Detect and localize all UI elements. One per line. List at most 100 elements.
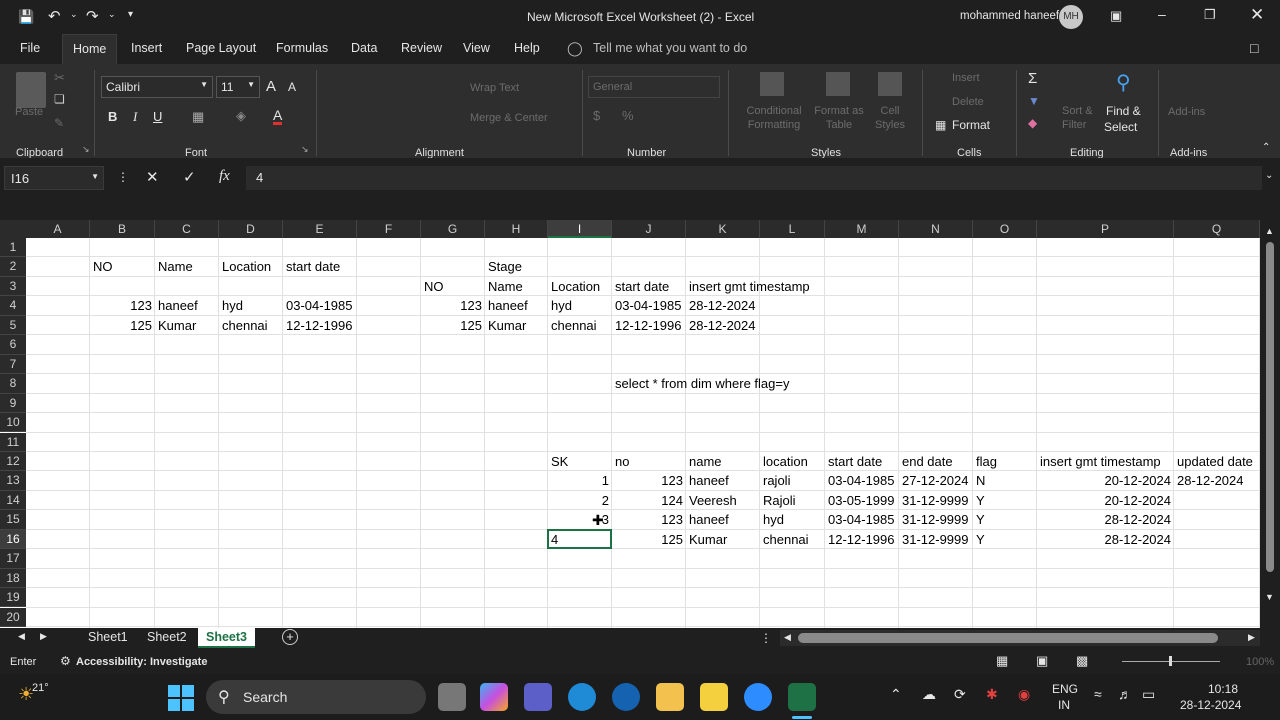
- row-header-17[interactable]: 17: [0, 549, 26, 569]
- autosum-icon[interactable]: Σ: [1028, 70, 1037, 87]
- cell-o15[interactable]: Y: [974, 510, 987, 529]
- close-icon[interactable]: ✕: [1250, 5, 1264, 25]
- cell-c5[interactable]: Kumar: [156, 316, 198, 335]
- clear-icon[interactable]: ◆: [1028, 116, 1037, 130]
- cell-i4[interactable]: hyd: [549, 296, 574, 315]
- column-header-f[interactable]: F: [357, 220, 421, 238]
- tab-insert[interactable]: Insert: [131, 41, 162, 55]
- scroll-up-icon[interactable]: ▲: [1265, 226, 1274, 236]
- hscroll-thumb[interactable]: [798, 633, 1218, 643]
- percent-icon[interactable]: %: [622, 108, 634, 123]
- cell-q12[interactable]: updated date: [1175, 452, 1255, 471]
- fill-color-icon[interactable]: ◈: [236, 108, 246, 124]
- sheet-tab-3[interactable]: Sheet3: [198, 628, 255, 648]
- fill-icon[interactable]: ▼: [1028, 94, 1040, 108]
- copilot-icon[interactable]: [480, 683, 508, 711]
- redo-icon[interactable]: ↷: [86, 7, 99, 25]
- horizontal-scrollbar[interactable]: ◀ ▶: [780, 630, 1260, 646]
- cell-q13[interactable]: 28-12-2024: [1175, 471, 1246, 490]
- zoom-level[interactable]: 100%: [1246, 656, 1274, 668]
- column-header-l[interactable]: L: [760, 220, 825, 238]
- cell-n13[interactable]: 27-12-2024: [900, 471, 971, 490]
- cell-p15[interactable]: 28-12-2024: [1038, 510, 1173, 529]
- column-header-k[interactable]: K: [686, 220, 760, 238]
- sheet-tab-1[interactable]: Sheet1: [80, 628, 136, 648]
- insert-cells-button[interactable]: Insert: [952, 72, 980, 84]
- conditional-formatting-button[interactable]: Conditional Formatting: [738, 104, 810, 132]
- cell-o14[interactable]: Y: [974, 491, 987, 510]
- cell-l12[interactable]: location: [761, 452, 810, 471]
- currency-icon[interactable]: $: [593, 108, 600, 123]
- format-table-button[interactable]: Format as Table: [812, 104, 866, 132]
- cell-b2[interactable]: NO: [91, 257, 115, 276]
- cell-styles-icon[interactable]: [878, 72, 902, 96]
- column-header-q[interactable]: Q: [1174, 220, 1260, 238]
- next-sheet-icon[interactable]: ▶: [40, 631, 47, 642]
- cell-p14[interactable]: 20-12-2024: [1038, 491, 1173, 510]
- avatar[interactable]: MH: [1059, 5, 1083, 29]
- cell-e2[interactable]: start date: [284, 257, 342, 276]
- cell-k16[interactable]: Kumar: [687, 530, 729, 549]
- paste-icon[interactable]: [16, 72, 46, 108]
- cell-j8[interactable]: select * from dim where flag=y: [613, 374, 791, 393]
- sheet-divider-handle[interactable]: ⋮: [760, 631, 772, 645]
- tab-home[interactable]: Home: [62, 34, 118, 64]
- cell-c2[interactable]: Name: [156, 257, 195, 276]
- save-icon[interactable]: 💾: [18, 9, 34, 25]
- column-header-h[interactable]: H: [485, 220, 548, 238]
- cell-m13[interactable]: 03-04-1985: [826, 471, 897, 490]
- cell-j5[interactable]: 12-12-1996: [613, 316, 684, 335]
- cell-j3[interactable]: start date: [613, 277, 671, 296]
- sort-filter-button[interactable]: Sort & Filter: [1062, 104, 1098, 132]
- row-header-5[interactable]: 5: [0, 315, 26, 336]
- cell-k12[interactable]: name: [687, 452, 724, 471]
- row-header-2[interactable]: 2: [0, 257, 26, 277]
- cell-l15[interactable]: hyd: [761, 510, 786, 529]
- cell-k5[interactable]: 28-12-2024: [687, 316, 758, 335]
- cloud-icon[interactable]: ☁: [922, 686, 936, 703]
- paste-button[interactable]: Paste: [15, 106, 43, 118]
- cell-j15[interactable]: 123: [613, 510, 685, 529]
- column-header-m[interactable]: M: [825, 220, 899, 238]
- delete-cells-button[interactable]: Delete: [952, 96, 984, 108]
- add-ins-button[interactable]: Add-ins: [1168, 106, 1205, 118]
- cell-e5[interactable]: 12-12-1996: [284, 316, 355, 335]
- row-header-1[interactable]: 1: [0, 238, 26, 258]
- font-launcher-icon[interactable]: ↘: [301, 144, 309, 155]
- cell-h4[interactable]: haneef: [486, 296, 530, 315]
- clipboard-launcher-icon[interactable]: ↘: [82, 144, 90, 155]
- row-header-8[interactable]: 8: [0, 374, 26, 394]
- wrap-text-button[interactable]: Wrap Text: [470, 82, 519, 94]
- row-header-6[interactable]: 6: [0, 335, 26, 355]
- row-header-12[interactable]: 12: [0, 451, 26, 472]
- prev-sheet-icon[interactable]: ◀: [18, 631, 25, 642]
- insert-function-icon[interactable]: fx: [219, 168, 230, 185]
- increase-font-icon[interactable]: A: [266, 78, 276, 95]
- select-all-corner[interactable]: [0, 220, 26, 238]
- taskbar-search[interactable]: ⚲ Search: [206, 680, 426, 714]
- cell-d5[interactable]: chennai: [220, 316, 270, 335]
- row-header-3[interactable]: 3: [0, 276, 26, 297]
- copy-icon[interactable]: ❏: [54, 92, 65, 106]
- cell-n12[interactable]: end date: [900, 452, 955, 471]
- row-header-10[interactable]: 10: [0, 413, 26, 433]
- cell-i16[interactable]: 4: [549, 530, 560, 549]
- microphone-icon[interactable]: ◉: [1018, 686, 1030, 703]
- row-header-16[interactable]: 16: [0, 529, 26, 550]
- sheet-tab-2[interactable]: Sheet2: [139, 628, 195, 648]
- find-select-button[interactable]: Find &: [1106, 104, 1141, 118]
- wifi-icon[interactable]: ≈: [1094, 686, 1102, 702]
- formula-input[interactable]: 4: [246, 166, 1262, 190]
- font-size-select[interactable]: 11 ▼: [216, 76, 260, 98]
- cell-n15[interactable]: 31-12-9999: [900, 510, 971, 529]
- collapse-ribbon-icon[interactable]: ⌃: [1262, 142, 1270, 153]
- cell-i5[interactable]: chennai: [549, 316, 599, 335]
- cell-o12[interactable]: flag: [974, 452, 999, 471]
- windows-start-icon[interactable]: [168, 685, 194, 711]
- tab-formulas[interactable]: Formulas: [276, 41, 328, 55]
- user-name[interactable]: mohammed haneef: [960, 10, 1059, 22]
- column-header-e[interactable]: E: [283, 220, 357, 238]
- column-header-a[interactable]: A: [26, 220, 90, 238]
- format-painter-icon[interactable]: ✎: [54, 116, 64, 130]
- cell-k3[interactable]: insert gmt timestamp: [687, 277, 812, 296]
